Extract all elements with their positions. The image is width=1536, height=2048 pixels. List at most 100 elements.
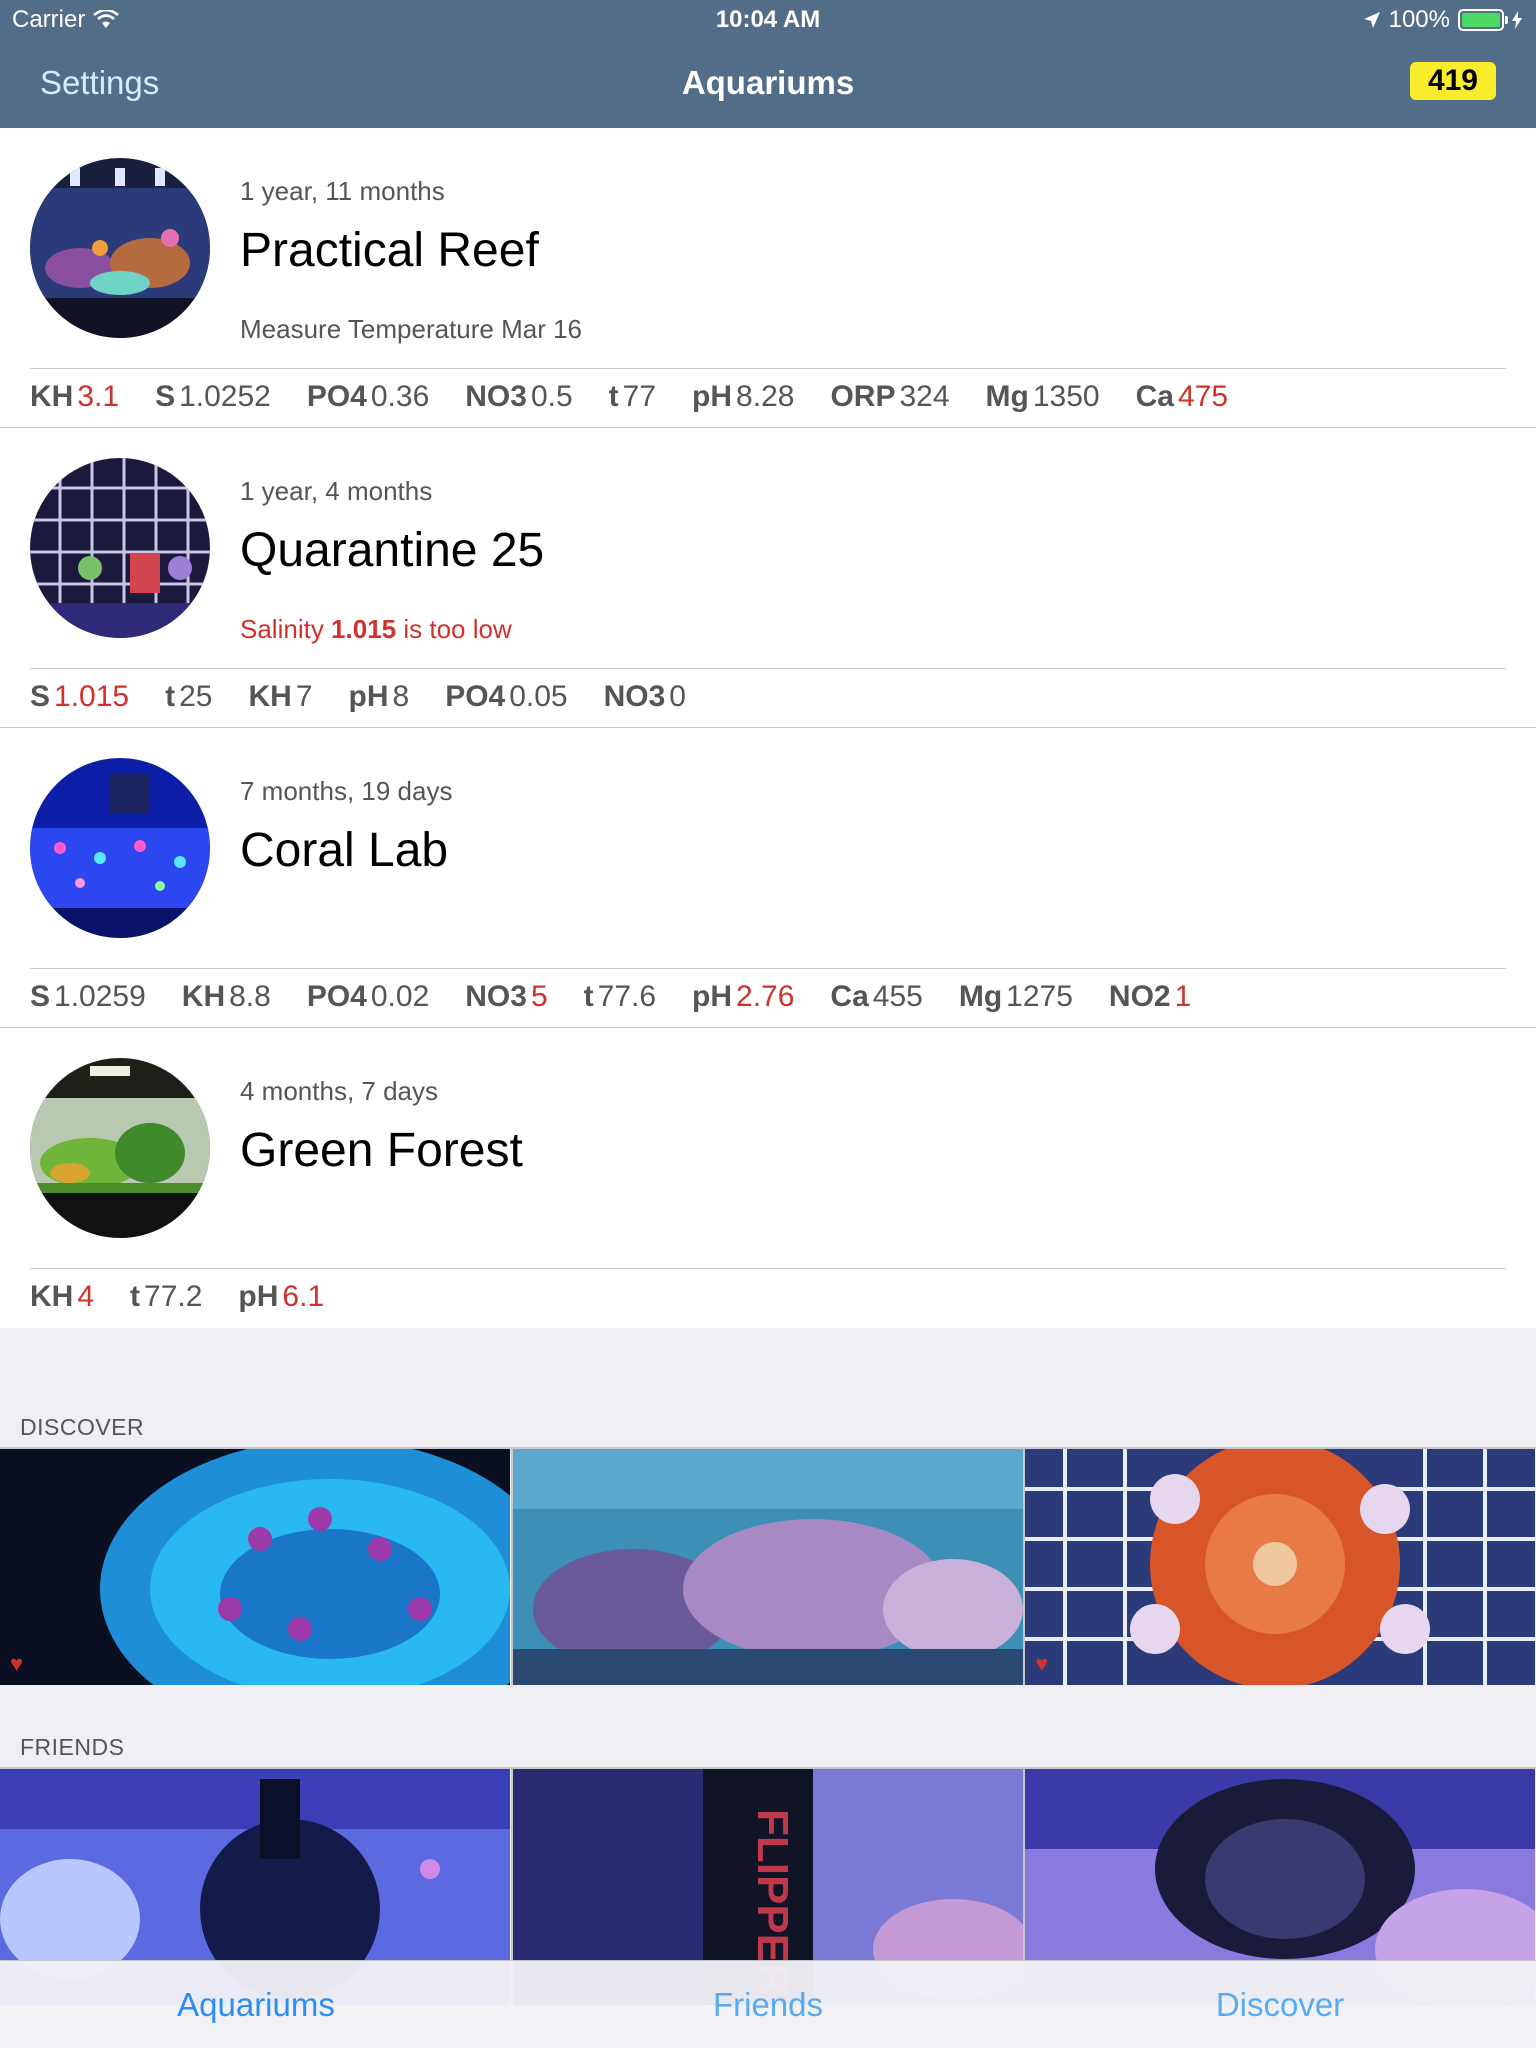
parameter-value: 5: [530, 980, 548, 1013]
parameter-item: pH 2.76: [692, 980, 794, 1014]
parameter-item: KH 3.1: [30, 380, 119, 414]
parameter-item: t 77.2: [130, 1280, 202, 1314]
tab-bar: Aquariums Friends Discover: [0, 1960, 1536, 2048]
aquarium-age: 1 year, 4 months: [240, 476, 433, 506]
parameter-key: NO3: [465, 380, 527, 413]
parameter-item: S 1.0252: [155, 380, 271, 414]
parameter-value: 1.0259: [54, 980, 146, 1013]
aquarium-row[interactable]: 7 months, 19 days Coral Lab S 1.0259 KH 8.8…: [0, 728, 1536, 1028]
parameter-value: 324: [899, 380, 950, 413]
aquarium-name: Coral Lab: [240, 824, 449, 877]
parameter-value: 77.6: [597, 980, 657, 1013]
parameter-item: t 77: [609, 380, 656, 414]
parameter-key: KH: [30, 1280, 74, 1313]
parameter-value: 0.36: [370, 380, 430, 413]
discover-tile[interactable]: ♥: [1025, 1449, 1536, 1685]
parameter-item: pH 8: [349, 680, 410, 714]
parameter-item: Mg 1350: [986, 380, 1100, 414]
alert-value: 1.015: [331, 614, 397, 644]
parameter-key: NO3: [465, 980, 527, 1013]
discover-grid: ♥ ♥: [0, 1447, 1536, 1685]
salinity-alert: Salinity 1.015 is too low: [240, 614, 1440, 645]
tab-aquariums[interactable]: Aquariums: [0, 1961, 512, 2048]
alert-suffix: is too low: [396, 614, 512, 644]
parameter-key: ORP: [830, 380, 896, 413]
aquarium-age: 4 months, 7 days: [240, 1076, 438, 1106]
parameter-value: 3.1: [77, 380, 120, 413]
parameter-key: KH: [181, 980, 226, 1013]
parameter-value: 1350: [1032, 380, 1100, 413]
parameter-value: 1.015: [54, 680, 130, 713]
parameter-key: Ca: [1135, 380, 1174, 413]
parameter-list: S 1.015 t 25 KH 7 pH 8 PO4 0.05 NO3 0: [30, 680, 686, 714]
discover-section-header: DISCOVER: [20, 1414, 145, 1440]
row-divider: [30, 368, 1506, 369]
discover-tile[interactable]: [512, 1449, 1026, 1685]
battery-percent: 100%: [1388, 6, 1450, 33]
parameter-key: pH: [348, 680, 389, 713]
parameter-key: NO3: [603, 680, 666, 713]
parameter-value: 1275: [1006, 980, 1073, 1013]
parameter-item: PO4 0.02: [307, 980, 429, 1014]
parameter-value: 8.8: [229, 980, 271, 1013]
discover-tile[interactable]: ♥: [0, 1449, 513, 1685]
parameter-value: 8.28: [736, 380, 795, 413]
parameter-item: PO4 0.05: [445, 680, 567, 714]
parameter-item: NO3 0.5: [465, 380, 572, 414]
aquarium-row[interactable]: 4 months, 7 days Green Forest KH 4 t 77.2 pH…: [0, 1028, 1536, 1328]
status-bar: Carrier 10:04 AM 100%: [0, 0, 1536, 40]
parameter-value: 6.1: [282, 1280, 325, 1313]
parameter-value: 1: [1174, 980, 1192, 1013]
parameter-value: 4: [77, 1280, 95, 1313]
parameter-value: 0.05: [509, 680, 568, 713]
aquarium-name: Quarantine 25: [240, 524, 545, 577]
count-badge[interactable]: 419: [1409, 62, 1496, 100]
parameter-item: Ca 455: [830, 980, 922, 1014]
parameter-value: 0: [669, 680, 686, 713]
alert-prefix: Salinity: [240, 614, 332, 644]
parameter-item: ORP 324: [830, 380, 949, 414]
parameter-value: 1.0252: [179, 380, 271, 413]
aquarium-reminder: Measure Temperature Mar 16: [240, 314, 583, 344]
row-divider: [30, 668, 1506, 669]
parameter-key: S: [155, 380, 176, 413]
parameter-item: Ca 475: [1136, 380, 1228, 414]
aquarium-row[interactable]: 1 year, 4 months Quarantine 25 Salinity …: [0, 428, 1536, 728]
parameter-item: KH 8.8: [182, 980, 271, 1014]
parameter-list: KH 3.1 S 1.0252 PO4 0.36 NO3 0.5 t 77 pH 8.28 ORP 324…: [30, 380, 1228, 414]
parameter-item: S 1.0259: [30, 980, 146, 1014]
tab-discover[interactable]: Discover: [1024, 1961, 1536, 2048]
parameter-item: t 25: [165, 680, 212, 714]
aquarium-photo: [30, 1058, 210, 1238]
location-arrow-icon: [1363, 12, 1380, 28]
parameter-value: 7: [295, 680, 313, 713]
parameter-key: pH: [238, 1280, 279, 1313]
parameter-item: NO2 1: [1109, 980, 1191, 1014]
row-divider: [30, 968, 1506, 969]
parameter-key: PO4: [445, 680, 506, 713]
parameter-value: 77: [622, 380, 657, 413]
aquarium-row[interactable]: 1 year, 11 months Practical Reef Measure…: [0, 128, 1536, 428]
parameter-value: 0.02: [370, 980, 430, 1013]
tab-friends[interactable]: Friends: [512, 1961, 1024, 2048]
parameter-item: pH 6.1: [238, 1280, 324, 1314]
parameter-key: pH: [692, 380, 733, 413]
parameter-item: NO3 5: [465, 980, 547, 1014]
heart-icon[interactable]: ♥: [1035, 1651, 1048, 1677]
parameter-key: t: [583, 980, 594, 1013]
friends-section-header: FRIENDS: [20, 1734, 125, 1760]
parameter-item: NO3 0: [604, 680, 686, 714]
parameter-item: Mg 1275: [959, 980, 1073, 1014]
parameter-key: KH: [248, 680, 292, 713]
aquarium-name: Green Forest: [240, 1124, 523, 1177]
parameter-item: S 1.015: [30, 680, 129, 714]
aquarium-photo: [30, 458, 210, 638]
aquarium-age: 7 months, 19 days: [240, 776, 453, 806]
parameter-value: 475: [1177, 380, 1229, 413]
parameter-list: KH 4 t 77.2 pH 6.1: [30, 1280, 324, 1314]
heart-icon[interactable]: ♥: [10, 1651, 23, 1677]
parameter-key: KH: [30, 380, 74, 413]
parameter-key: t: [130, 1280, 141, 1313]
parameter-key: NO2: [1108, 980, 1171, 1013]
parameter-item: t 77.6: [584, 980, 656, 1014]
